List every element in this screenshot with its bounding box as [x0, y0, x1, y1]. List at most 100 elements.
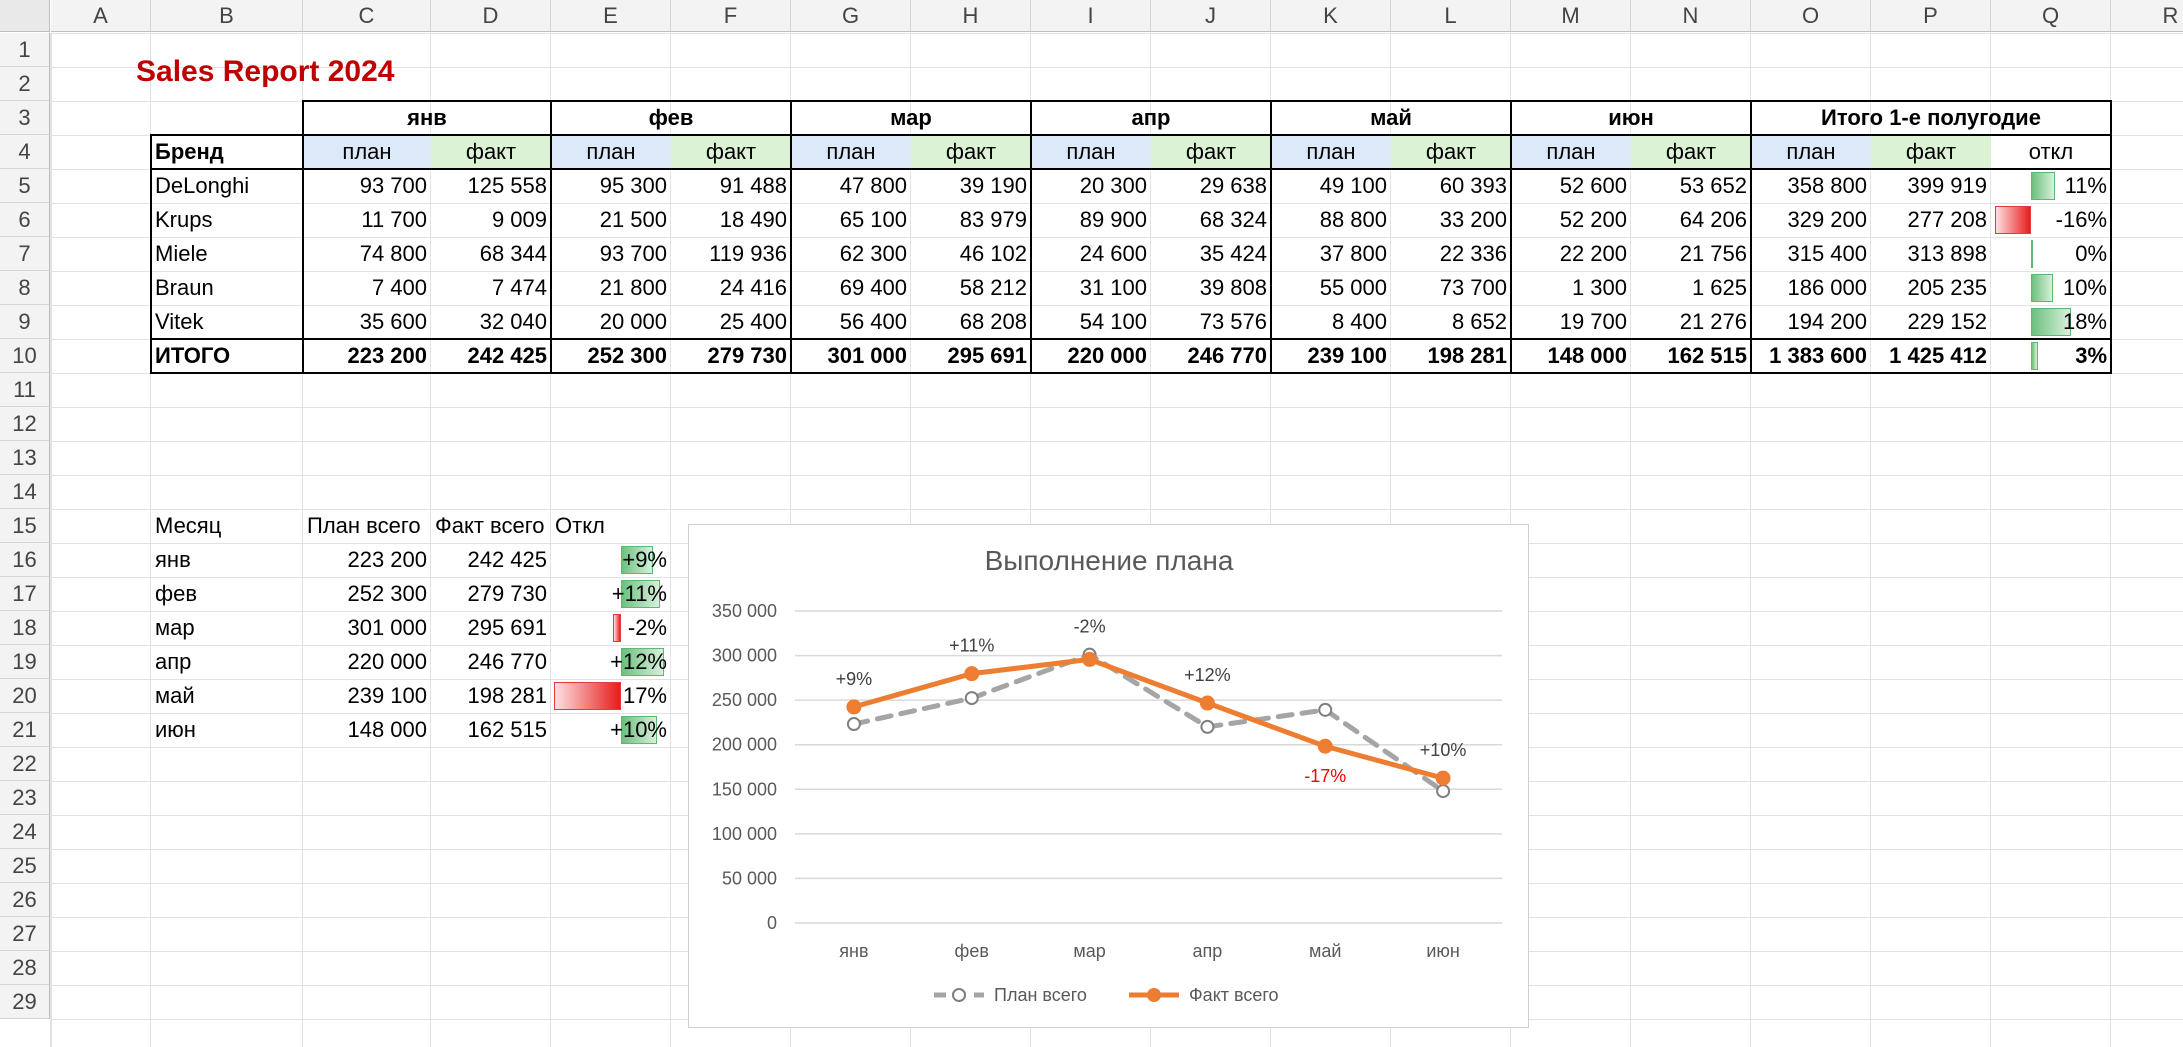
row-header-18[interactable]: 18 — [0, 611, 50, 645]
summary-fact[interactable]: 279 730 — [431, 577, 551, 611]
summary-plan[interactable]: 223 200 — [303, 543, 431, 577]
value-cell[interactable]: 229 152 — [1871, 305, 1991, 339]
deviation-cell[interactable]: -16% — [1991, 203, 2111, 237]
row-header-7[interactable]: 7 — [0, 237, 50, 271]
value-cell[interactable]: 11 700 — [303, 203, 431, 237]
value-cell[interactable]: 358 800 — [1751, 169, 1871, 203]
value-cell[interactable]: 62 300 — [791, 237, 911, 271]
summary-deviation[interactable]: +11% — [551, 577, 671, 611]
value-cell[interactable]: 33 200 — [1391, 203, 1511, 237]
total-value-cell[interactable]: 279 730 — [671, 339, 791, 373]
row-header-20[interactable]: 20 — [0, 679, 50, 713]
value-cell[interactable]: 24 600 — [1031, 237, 1151, 271]
column-header-k[interactable]: K — [1271, 0, 1391, 32]
summary-month[interactable]: апр — [151, 645, 303, 679]
row-header-14[interactable]: 14 — [0, 475, 50, 509]
value-cell[interactable]: 64 206 — [1631, 203, 1751, 237]
summary-deviation[interactable]: +12% — [551, 645, 671, 679]
column-header-i[interactable]: I — [1031, 0, 1151, 32]
row-header-13[interactable]: 13 — [0, 441, 50, 475]
fact-subheader[interactable]: факт — [1391, 135, 1511, 169]
summary-month[interactable]: июн — [151, 713, 303, 747]
half-year-header[interactable]: Итого 1-е полугодие — [1751, 101, 2111, 135]
row-header-3[interactable]: 3 — [0, 101, 50, 135]
value-cell[interactable]: 22 336 — [1391, 237, 1511, 271]
column-header-m[interactable]: M — [1511, 0, 1631, 32]
value-cell[interactable]: 1 625 — [1631, 271, 1751, 305]
value-cell[interactable]: 68 208 — [911, 305, 1031, 339]
summary-deviation[interactable]: -2% — [551, 611, 671, 645]
row-header-22[interactable]: 22 — [0, 747, 50, 781]
brand-name[interactable]: Krups — [151, 203, 303, 237]
value-cell[interactable]: 7 400 — [303, 271, 431, 305]
brand-name[interactable]: DeLonghi — [151, 169, 303, 203]
total-value-cell[interactable]: 220 000 — [1031, 339, 1151, 373]
summary-plan[interactable]: 252 300 — [303, 577, 431, 611]
fact-subheader[interactable]: факт — [911, 135, 1031, 169]
value-cell[interactable]: 47 800 — [791, 169, 911, 203]
column-header-a[interactable]: A — [51, 0, 151, 32]
deviation-cell[interactable]: 11% — [1991, 169, 2111, 203]
value-cell[interactable]: 39 190 — [911, 169, 1031, 203]
value-cell[interactable]: 21 500 — [551, 203, 671, 237]
summary-header-2[interactable]: План всего — [303, 509, 431, 543]
value-cell[interactable]: 25 400 — [671, 305, 791, 339]
fact-subheader[interactable]: факт — [671, 135, 791, 169]
summary-plan[interactable]: 239 100 — [303, 679, 431, 713]
value-cell[interactable]: 53 652 — [1631, 169, 1751, 203]
column-header-p[interactable]: P — [1871, 0, 1991, 32]
deviation-cell[interactable]: 0% — [1991, 237, 2111, 271]
column-header-b[interactable]: B — [151, 0, 303, 32]
row-header-28[interactable]: 28 — [0, 951, 50, 985]
column-header-g[interactable]: G — [791, 0, 911, 32]
total-label[interactable]: ИТОГО — [151, 339, 303, 373]
value-cell[interactable]: 18 490 — [671, 203, 791, 237]
value-cell[interactable]: 32 040 — [431, 305, 551, 339]
value-cell[interactable]: 74 800 — [303, 237, 431, 271]
summary-month[interactable]: фев — [151, 577, 303, 611]
total-value-cell[interactable]: 246 770 — [1151, 339, 1271, 373]
row-header-8[interactable]: 8 — [0, 271, 50, 305]
value-cell[interactable]: 65 100 — [791, 203, 911, 237]
value-cell[interactable]: 88 800 — [1271, 203, 1391, 237]
value-cell[interactable]: 58 212 — [911, 271, 1031, 305]
value-cell[interactable]: 186 000 — [1751, 271, 1871, 305]
total-deviation-cell[interactable]: 3% — [1991, 339, 2111, 373]
month-header-1[interactable]: янв — [303, 101, 551, 135]
summary-deviation[interactable]: +10% — [551, 713, 671, 747]
total-value-cell[interactable]: 223 200 — [303, 339, 431, 373]
value-cell[interactable]: 7 474 — [431, 271, 551, 305]
plan-subheader[interactable]: план — [1271, 135, 1391, 169]
value-cell[interactable]: 20 300 — [1031, 169, 1151, 203]
value-cell[interactable]: 60 393 — [1391, 169, 1511, 203]
value-cell[interactable]: 194 200 — [1751, 305, 1871, 339]
column-header-d[interactable]: D — [431, 0, 551, 32]
total-value-cell[interactable]: 1 383 600 — [1751, 339, 1871, 373]
total-value-cell[interactable]: 252 300 — [551, 339, 671, 373]
value-cell[interactable]: 39 808 — [1151, 271, 1271, 305]
fact-subheader[interactable]: факт — [1151, 135, 1271, 169]
deviation-subheader[interactable]: откл — [1991, 135, 2111, 169]
brand-name[interactable]: Vitek — [151, 305, 303, 339]
value-cell[interactable]: 277 208 — [1871, 203, 1991, 237]
summary-month[interactable]: май — [151, 679, 303, 713]
value-cell[interactable]: 31 100 — [1031, 271, 1151, 305]
value-cell[interactable]: 35 424 — [1151, 237, 1271, 271]
row-header-23[interactable]: 23 — [0, 781, 50, 815]
value-cell[interactable]: 46 102 — [911, 237, 1031, 271]
summary-plan[interactable]: 148 000 — [303, 713, 431, 747]
total-value-cell[interactable]: 301 000 — [791, 339, 911, 373]
row-header-9[interactable]: 9 — [0, 305, 50, 339]
plan-subheader[interactable]: план — [1031, 135, 1151, 169]
value-cell[interactable]: 21 800 — [551, 271, 671, 305]
select-all-corner[interactable] — [0, 0, 50, 32]
month-header-6[interactable]: июн — [1511, 101, 1751, 135]
column-header-l[interactable]: L — [1391, 0, 1511, 32]
value-cell[interactable]: 24 416 — [671, 271, 791, 305]
plan-subheader[interactable]: план — [1751, 135, 1871, 169]
month-header-3[interactable]: мар — [791, 101, 1031, 135]
column-header-f[interactable]: F — [671, 0, 791, 32]
value-cell[interactable]: 37 800 — [1271, 237, 1391, 271]
brand-name[interactable]: Miele — [151, 237, 303, 271]
value-cell[interactable]: 54 100 — [1031, 305, 1151, 339]
